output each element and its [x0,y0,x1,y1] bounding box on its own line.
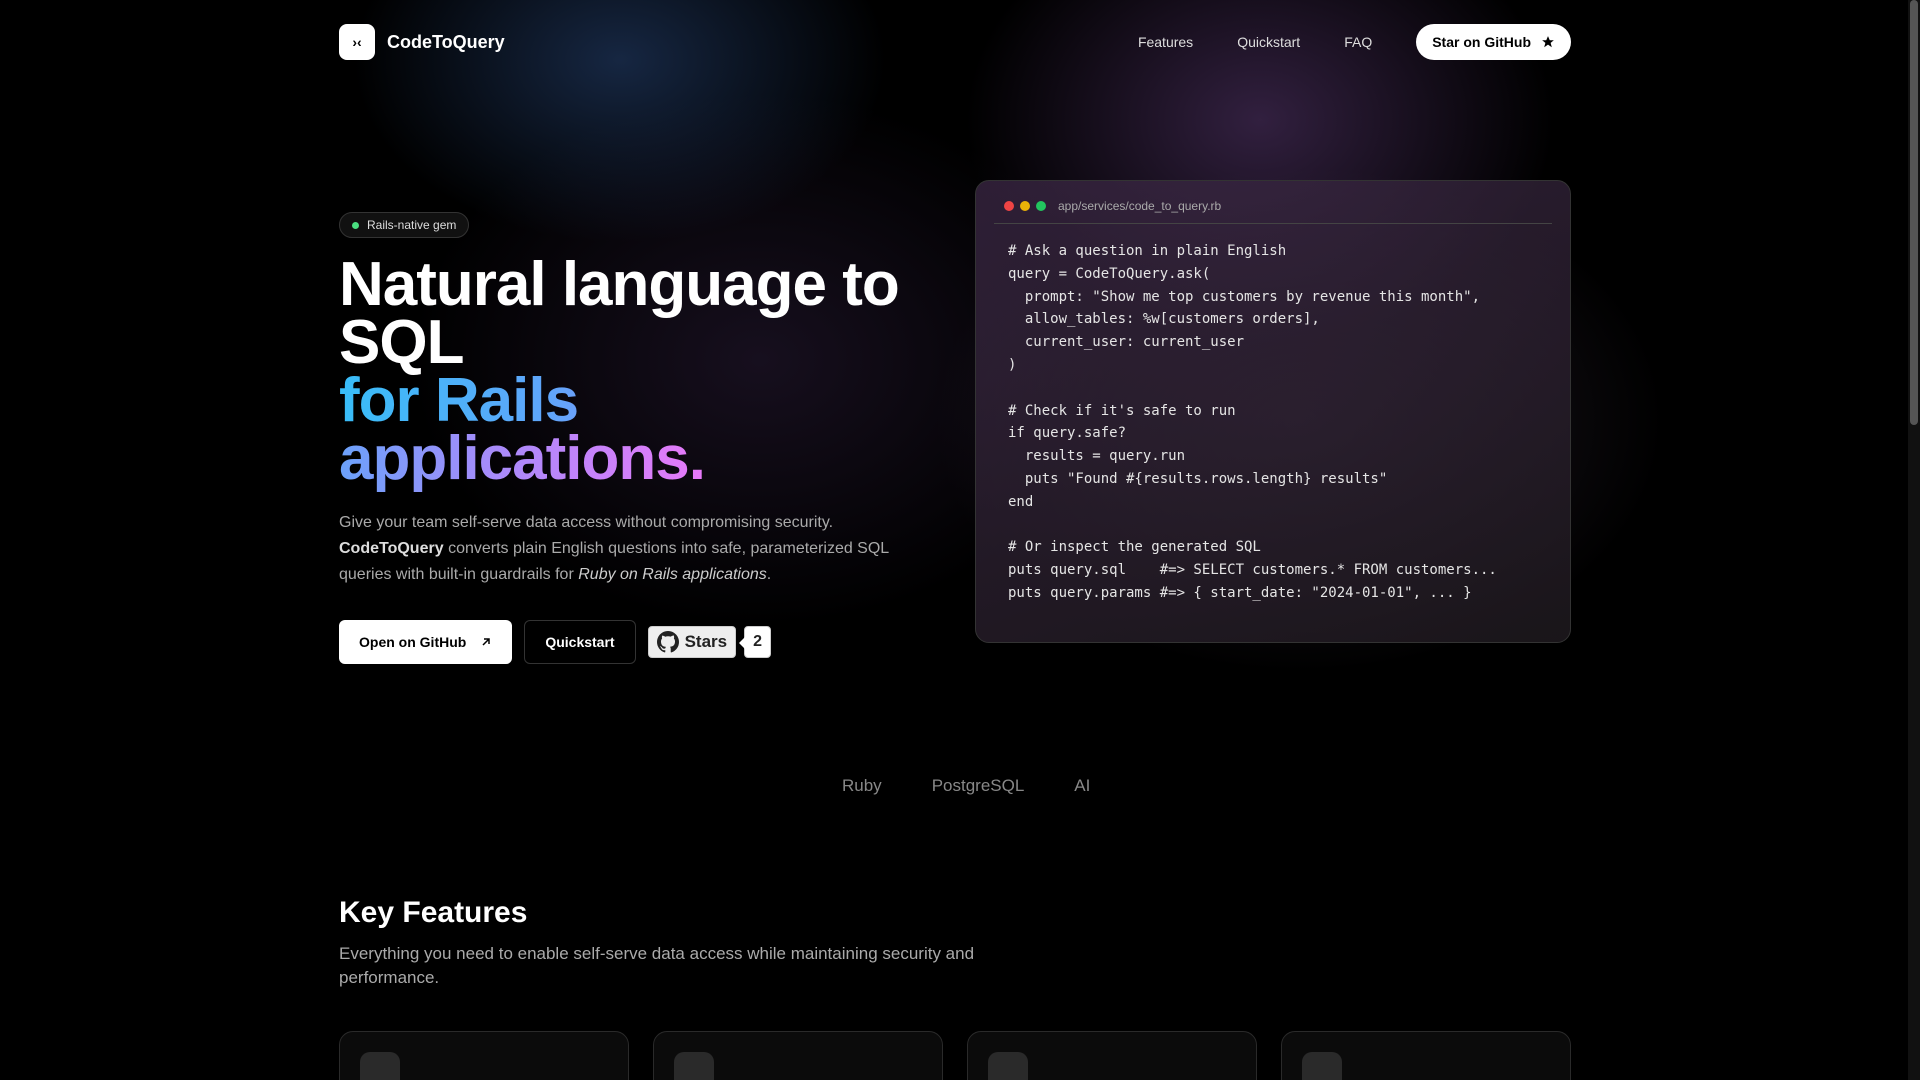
code-line: # Or inspect the generated SQL [1008,539,1261,556]
page-scrollbar[interactable] [1908,0,1920,1080]
code-line: ) [1008,356,1017,373]
code-line: # Check if it's safe to run [1008,402,1236,419]
star-icon [1542,36,1554,48]
feature-icon [988,1052,1028,1080]
tech-ruby: Ruby [842,776,882,795]
scrollbar-thumb[interactable] [1910,0,1918,425]
features-subtitle: Everything you need to enable self-serve… [339,944,975,987]
github-stars-button[interactable]: Stars [647,626,737,658]
lede-brand: CodeToQuery [339,540,444,557]
hero-title-line3: for Rails applications. [339,366,706,493]
lede-italic: Ruby on Rails applications [578,566,767,583]
feature-icon [1302,1052,1342,1080]
lede-end: . [766,566,772,583]
stars-label: Stars [684,632,728,651]
quickstart-button[interactable]: Quickstart [524,620,636,664]
code-line: current_user: current_user [1008,334,1245,351]
code-line: # Ask a question in plain English [1008,243,1287,259]
code-line: puts query.params #=> { start_date: "202… [1008,584,1472,601]
open-on-github-label: Open on GitHub [359,634,467,650]
close-dot-icon [1004,201,1014,211]
rails-native-badge: Rails-native gem [339,212,470,238]
code-line: query = CodeToQuery.ask( [1008,265,1211,282]
code-file-path: app/services/code_to_query.rb [1058,199,1222,213]
nav-features[interactable]: Features [1138,34,1193,50]
code-line: allow_tables: %w[customers orders], [1008,311,1320,328]
code-line: puts "Found #{results.rows.length} resul… [1008,470,1388,487]
code-line: if query.safe? [1008,425,1127,442]
code-block: # Ask a question in plain English query =… [994,240,1552,605]
hero: Rails-native gem Natural language to SQL… [339,212,939,664]
feature-icon [674,1052,714,1080]
nav-faq[interactable]: FAQ [1344,34,1372,50]
feature-card [339,1031,629,1080]
feature-icon [360,1052,400,1080]
cta-row: Open on GitHub Quickstart Stars 2 [339,620,939,664]
minimize-dot-icon [1020,201,1030,211]
feature-card [1281,1031,1571,1080]
hero-description: Give your team self-serve data access wi… [339,510,899,588]
code-line: puts query.sql #=> SELECT customers.* FR… [1008,562,1497,579]
nav-quickstart[interactable]: Quickstart [1237,34,1300,50]
open-on-github-button[interactable]: Open on GitHub [339,620,513,664]
star-button-label: Star on GitHub [1432,34,1531,50]
code-window-bar: app/services/code_to_query.rb [994,199,1552,224]
badge-label: Rails-native gem [367,218,457,232]
stars-count[interactable]: 2 [739,626,772,658]
site-header: ›‹ CodeToQuery Features Quickstart FAQ S… [339,24,1571,60]
tech-postgresql: PostgreSQL [931,776,1025,795]
status-dot-icon [352,221,359,229]
features-title: Key Features [339,896,528,929]
github-stars-widget[interactable]: Stars 2 [647,626,772,658]
tech-stack-row: Ruby PostgreSQL AI [842,776,1090,796]
code-line: results = query.run [1008,448,1186,465]
hero-title: Natural language to SQL for Rails applic… [339,254,939,490]
github-icon [656,631,679,653]
lede-part1: Give your team self-serve data access wi… [339,514,834,531]
feature-card [653,1031,943,1080]
brand-name: CodeToQuery [387,31,505,52]
features-section: Key Features Everything you need to enab… [339,896,1039,990]
brand[interactable]: ›‹ CodeToQuery [339,24,505,60]
feature-cards [339,1031,1571,1080]
maximize-dot-icon [1036,201,1046,211]
tech-ai: AI [1074,776,1091,795]
star-on-github-button[interactable]: Star on GitHub [1416,24,1571,60]
code-line: end [1008,493,1034,510]
logo-icon: ›‹ [339,24,375,60]
main-nav: Features Quickstart FAQ Star on GitHub [1138,24,1571,60]
code-line: prompt: "Show me top customers by revenu… [1008,288,1481,305]
external-link-icon [482,638,491,646]
feature-card [967,1031,1257,1080]
code-example-card: app/services/code_to_query.rb # Ask a qu… [975,180,1571,643]
